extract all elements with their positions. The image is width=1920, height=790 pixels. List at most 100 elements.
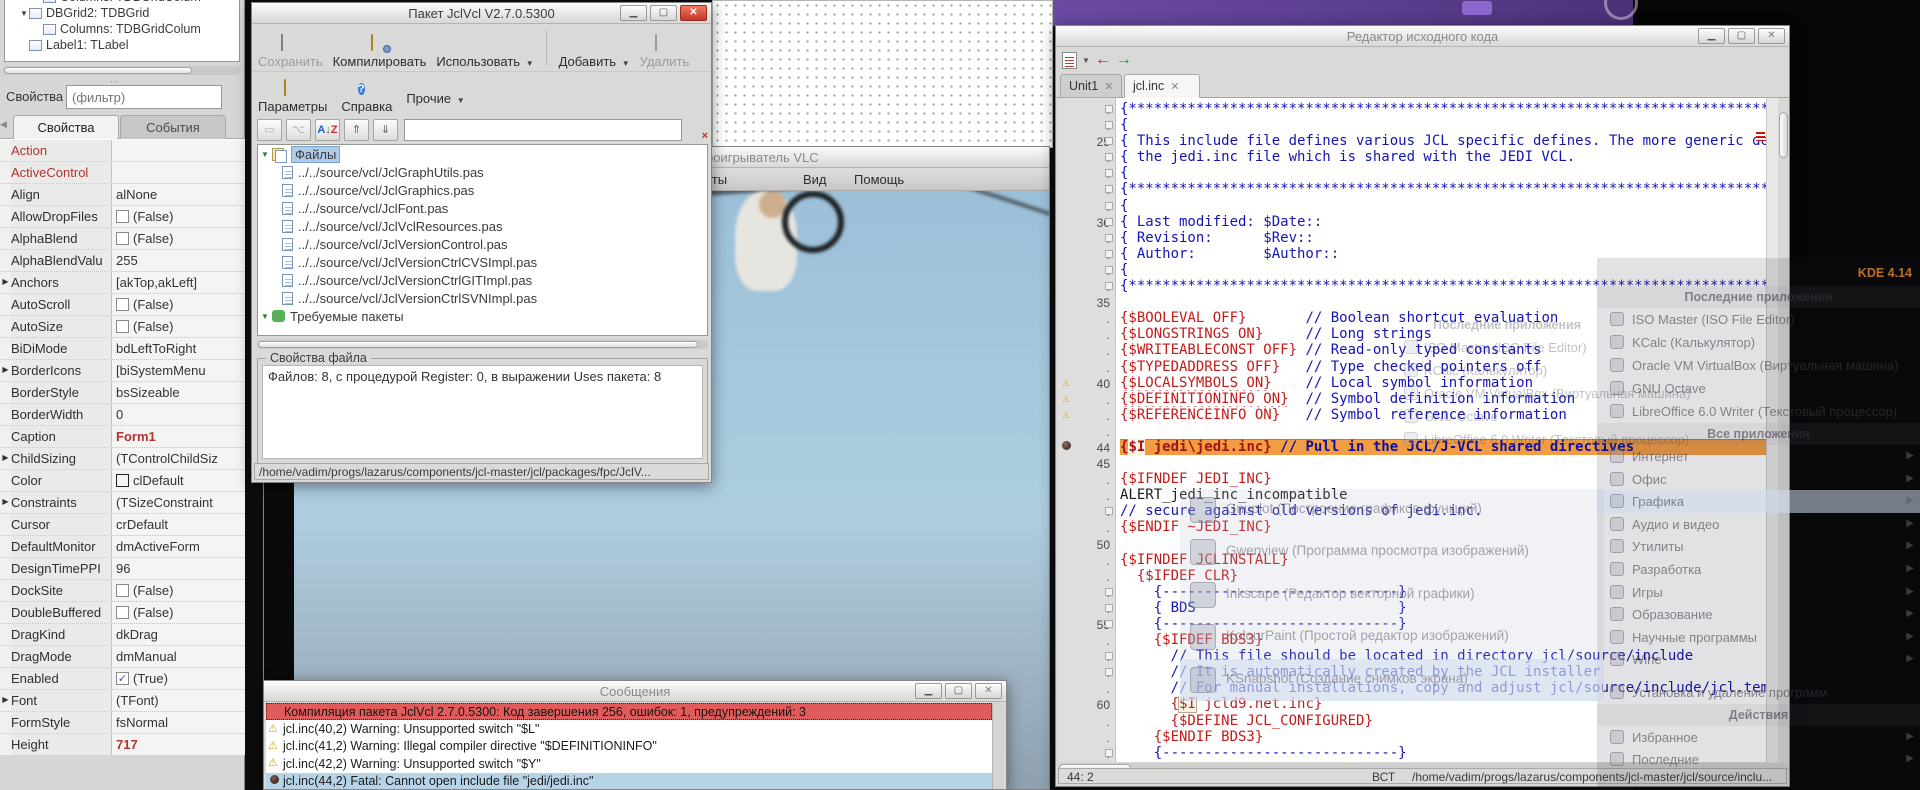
tree-view-button[interactable]: ⌥	[286, 119, 311, 141]
move-up-button[interactable]: ⇑	[344, 119, 369, 141]
fold-box-icon[interactable]	[1105, 282, 1113, 290]
fold-box-icon[interactable]	[1105, 266, 1113, 274]
close-button[interactable]: ✕	[680, 5, 707, 21]
messages-scrollbar[interactable]	[992, 703, 1004, 789]
package-files-tree[interactable]: ▼Файлы../../source/vcl/JclGraphUtils.pas…	[257, 144, 708, 336]
fold-box-icon[interactable]	[1105, 137, 1113, 145]
property-row[interactable]: ▶Font(TFont)	[0, 690, 245, 712]
tree-node-required-packages[interactable]: ▼Требуемые пакеты	[258, 307, 707, 325]
remove-button[interactable]: Удалить	[640, 35, 690, 69]
property-value[interactable]: crDefault	[112, 514, 245, 535]
code-line[interactable]: .{	[1058, 165, 1766, 181]
menu-item[interactable]: Разработка▶	[1597, 558, 1920, 581]
code-line[interactable]: 30{ Last modified: $Date::	[1058, 214, 1766, 230]
filter-icon[interactable]	[227, 88, 243, 106]
chevron-down-icon[interactable]: ▼	[258, 150, 272, 159]
move-down-button[interactable]: ⇓	[373, 119, 398, 141]
menu-item[interactable]: ISO Master (ISO File Editor)	[1597, 308, 1920, 331]
menu-item[interactable]: Wine▶	[1597, 648, 1920, 671]
collapse-all-button[interactable]: ▭	[257, 119, 282, 141]
menu-item[interactable]: Установка и удаление программ	[1597, 681, 1920, 704]
form-designer-surface[interactable]	[712, 0, 1053, 148]
property-value[interactable]: (TFont)	[112, 690, 245, 711]
clear-filter-icon[interactable]	[688, 121, 706, 139]
submenu-item[interactable]: KolourPaint (Простой редактор изображени…	[1180, 616, 1604, 658]
fold-box-icon[interactable]	[1105, 185, 1113, 193]
vlc-menu-view[interactable]: Вид	[803, 172, 827, 187]
tree-file-item[interactable]: ../../source/vcl/JclVersionCtrlGITImpl.p…	[258, 271, 707, 289]
property-row[interactable]: DragKinddkDrag	[0, 624, 245, 646]
property-row[interactable]: CursorcrDefault	[0, 514, 245, 536]
submenu-item[interactable]: KSnapshot (Создание снимков экрана)	[1180, 659, 1604, 701]
maximize-button[interactable]: ▢	[945, 683, 972, 699]
menu-item[interactable]: Образование▶	[1597, 603, 1920, 626]
property-value[interactable]: (TControlChildSiz	[112, 448, 245, 469]
fold-box-icon[interactable]	[1105, 668, 1113, 676]
expand-icon[interactable]: ▶	[0, 492, 11, 513]
expand-icon[interactable]: ▶	[0, 272, 11, 293]
code-line[interactable]: .{	[1058, 117, 1766, 133]
checkbox[interactable]	[116, 232, 129, 245]
property-value[interactable]: alNone	[112, 184, 245, 205]
fold-box-icon[interactable]	[1105, 620, 1113, 628]
submenu-item[interactable]: Inkscape (Редактор векторной графики)	[1180, 574, 1604, 616]
property-value[interactable]: 717	[112, 734, 245, 755]
unit-list-icon[interactable]	[1062, 52, 1077, 69]
code-line[interactable]: .{ the jedi.inc file which is shared wit…	[1058, 149, 1766, 165]
messages-list[interactable]: Компиляция пакета JclVcl 2.7.0.5300: Код…	[266, 703, 992, 789]
property-value[interactable]: (False)	[112, 602, 245, 623]
property-row[interactable]: ▶BorderIcons[biSystemMenu	[0, 360, 245, 382]
property-value[interactable]: (False)	[112, 228, 245, 249]
minimize-button[interactable]: ▁	[915, 683, 942, 699]
menu-item[interactable]: Игры▶	[1597, 581, 1920, 604]
tree-file-item[interactable]: ../../source/vcl/JclVersionControl.pas	[258, 235, 707, 253]
checkbox[interactable]	[116, 210, 129, 223]
message-row[interactable]: jcl.inc(44,2) Fatal: Cannot open include…	[266, 773, 992, 789]
property-row[interactable]: AutoSize(False)	[0, 316, 245, 338]
property-row[interactable]: BorderStylebsSizeable	[0, 382, 245, 404]
message-row[interactable]: ⚠jcl.inc(40,2) Warning: Unsupported swit…	[266, 720, 992, 737]
fold-box-icon[interactable]	[1105, 250, 1113, 258]
property-row[interactable]: ActiveControl	[0, 162, 245, 184]
tab-unit1[interactable]: Unit1✕	[1060, 74, 1122, 98]
property-row[interactable]: BorderWidth0	[0, 404, 245, 426]
component-tree-item[interactable]: Columns: TDBGridColum	[5, 21, 239, 37]
minimize-button[interactable]: ▁	[620, 5, 647, 21]
tree-file-item[interactable]: ../../source/vcl/JclGraphics.pas	[258, 181, 707, 199]
code-line[interactable]: .{	[1058, 198, 1766, 214]
property-value[interactable]: bdLeftToRight	[112, 338, 245, 359]
fold-box-icon[interactable]	[1105, 749, 1113, 757]
code-line[interactable]: 25{ This include file defines various JC…	[1058, 133, 1766, 149]
property-row[interactable]: DockSite(False)	[0, 580, 245, 602]
property-row[interactable]: Action	[0, 140, 245, 162]
compile-button[interactable]: Компилировать	[333, 35, 427, 69]
property-row[interactable]: DefaultMonitordmActiveForm	[0, 536, 245, 558]
menu-item[interactable]: Графика▶	[1597, 490, 1920, 513]
fold-box-icon[interactable]	[1105, 121, 1113, 129]
property-value[interactable]: 0	[112, 404, 245, 425]
property-row[interactable]: ▶Constraints(TSizeConstraint	[0, 492, 245, 514]
tab-scroll-left-icon[interactable]: ◀	[0, 119, 7, 130]
close-button[interactable]: ✕	[1758, 28, 1785, 44]
code-line[interactable]: .{**************************************…	[1058, 101, 1766, 117]
property-value[interactable]: dmManual	[112, 646, 245, 667]
property-row[interactable]: ▶ChildSizing(TControlChildSiz	[0, 448, 245, 470]
property-row[interactable]: DragModedmManual	[0, 646, 245, 668]
fold-box-icon[interactable]	[1105, 588, 1113, 596]
package-tree-scrollbar[interactable]	[257, 340, 708, 349]
fold-box-icon[interactable]	[1105, 202, 1113, 210]
property-value[interactable]: [biSystemMenu	[112, 360, 245, 381]
component-tree[interactable]: Columns: TDBGridColum▼DBGrid2: TDBGridCo…	[4, 0, 240, 62]
property-value[interactable]: [akTop,akLeft]	[112, 272, 245, 293]
submenu-item[interactable]: Gnuplot (Построение графиков функций)	[1180, 489, 1604, 531]
maximize-button[interactable]: ▢	[650, 5, 677, 21]
chevron-down-icon[interactable]: ▼	[1082, 56, 1090, 65]
save-button[interactable]: Сохранить	[258, 35, 323, 69]
menu-item[interactable]: LibreOffice 6.0 Writer (Текстовый процес…	[1597, 400, 1920, 423]
fold-box-icon[interactable]	[1105, 169, 1113, 177]
tab-properties[interactable]: Свойства	[13, 115, 119, 139]
close-button[interactable]: ✕	[975, 683, 1002, 699]
property-value[interactable]: fsNormal	[112, 712, 245, 733]
tab-jclinc[interactable]: jcl.inc✕	[1124, 74, 1200, 98]
property-row[interactable]: AutoScroll(False)	[0, 294, 245, 316]
